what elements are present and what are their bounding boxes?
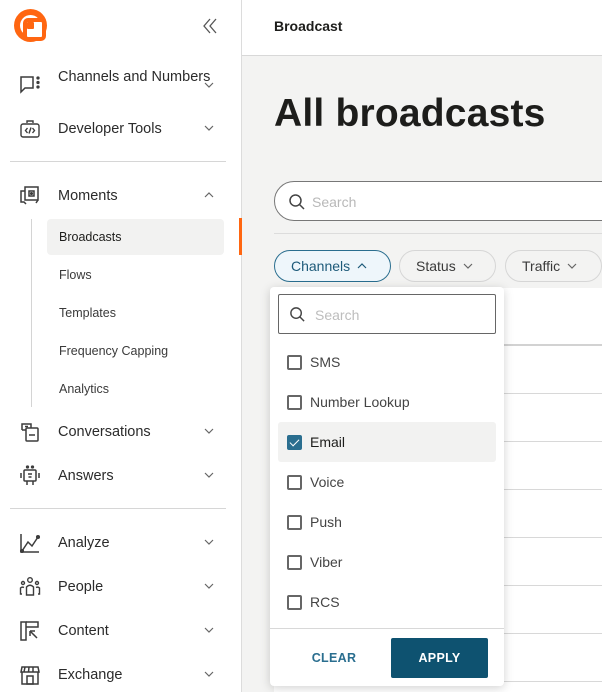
nav-content[interactable]: Content	[0, 619, 242, 643]
nav-label: Answers	[58, 468, 114, 484]
option-label: Voice	[310, 474, 345, 490]
chevron-down-icon	[202, 468, 216, 482]
checkbox[interactable]	[287, 474, 302, 490]
nav-label: Moments	[58, 188, 118, 204]
double-chevron-left-icon	[203, 18, 217, 34]
chevron-up-icon	[202, 188, 216, 202]
broadcast-search-input[interactable]: Search	[274, 181, 602, 221]
moments-icon	[18, 184, 42, 208]
search-placeholder: Search	[312, 194, 357, 210]
channels-dropdown: Search SMS Number Lookup Email Voice Pus…	[270, 287, 504, 686]
sidebar-item-templates[interactable]: Templates	[47, 295, 224, 331]
filter-traffic[interactable]: Traffic	[505, 250, 602, 282]
filter-label: Traffic	[522, 258, 561, 274]
breadcrumb: Broadcast	[274, 18, 343, 34]
dropdown-footer-divider	[270, 628, 504, 629]
option-sms[interactable]: SMS	[278, 342, 496, 382]
option-label: Email	[310, 434, 346, 450]
clear-button[interactable]: CLEAR	[290, 638, 378, 678]
option-label: Push	[310, 514, 342, 530]
nav-analyze[interactable]: Analyze	[0, 531, 242, 555]
checkbox[interactable]	[287, 594, 302, 610]
sidebar-item-broadcasts[interactable]: Broadcasts	[47, 219, 224, 255]
collapse-sidebar-button[interactable]	[198, 14, 222, 38]
nav-moments[interactable]: Moments	[0, 184, 242, 208]
sidebar-item-flows[interactable]: Flows	[47, 257, 224, 293]
page-title: All broadcasts	[274, 92, 546, 135]
chevron-down-icon	[202, 424, 216, 438]
option-label: Viber	[310, 554, 343, 570]
search-icon	[288, 193, 306, 211]
sidebar-divider	[10, 508, 226, 509]
nav-answers[interactable]: Answers	[0, 464, 242, 488]
nav-label: Developer Tools	[58, 121, 162, 137]
option-label: SMS	[310, 354, 341, 370]
store-icon	[18, 663, 42, 687]
sidebar-divider	[10, 161, 226, 162]
chat-dots-icon	[18, 73, 42, 97]
content-icon	[18, 619, 42, 643]
channels-search-input[interactable]: Search	[278, 294, 496, 334]
option-number-lookup[interactable]: Number Lookup	[278, 382, 496, 422]
filter-label: Channels	[291, 258, 351, 274]
sidebar-item-analytics[interactable]: Analytics	[47, 371, 224, 407]
bot-icon	[18, 464, 42, 488]
chevron-up-icon	[356, 260, 368, 272]
nav-conversations[interactable]: Conversations	[0, 420, 242, 444]
nav-label: Exchange	[58, 667, 123, 683]
nav-people[interactable]: People	[0, 575, 242, 599]
top-bar: Broadcast	[242, 0, 602, 56]
sidebar: Channels and Numbers Developer Tools Mom…	[0, 0, 242, 692]
filter-label: Status	[416, 258, 456, 274]
people-icon	[18, 575, 42, 599]
search-icon	[289, 306, 306, 323]
nav-label: Channels and Numbers	[58, 69, 211, 85]
apply-button[interactable]: APPLY	[391, 638, 488, 678]
brand-logo[interactable]	[14, 9, 47, 42]
filter-channels[interactable]: Channels	[274, 250, 391, 282]
chevron-down-icon	[202, 78, 216, 92]
chevron-down-icon	[566, 260, 578, 272]
chevron-down-icon	[462, 260, 474, 272]
option-email[interactable]: Email	[278, 422, 496, 462]
chevron-down-icon	[202, 121, 216, 135]
chevron-down-icon	[202, 579, 216, 593]
nav-exchange[interactable]: Exchange	[0, 663, 242, 687]
filter-status[interactable]: Status	[399, 250, 496, 282]
option-voice[interactable]: Voice	[278, 462, 496, 502]
option-push[interactable]: Push	[278, 502, 496, 542]
option-label: RCS	[310, 594, 340, 610]
nav-channels-and-numbers[interactable]: Channels and Numbers	[0, 68, 242, 102]
checkbox[interactable]	[287, 514, 302, 530]
nav-label: Analyze	[58, 535, 110, 551]
submenu-guide-line	[31, 219, 32, 407]
checkbox[interactable]	[287, 394, 302, 410]
option-label: Number Lookup	[310, 394, 410, 410]
search-placeholder: Search	[315, 307, 360, 323]
nav-label: Content	[58, 623, 109, 639]
code-briefcase-icon	[18, 117, 42, 141]
nav-label: People	[58, 579, 104, 595]
chevron-down-icon	[202, 623, 216, 637]
option-viber[interactable]: Viber	[278, 542, 496, 582]
checkbox[interactable]	[287, 354, 302, 370]
checkbox-checked[interactable]	[287, 434, 302, 450]
conversations-icon	[18, 420, 42, 444]
line-chart-icon	[18, 531, 42, 555]
chevron-down-icon	[202, 667, 216, 681]
option-rcs[interactable]: RCS	[278, 582, 496, 622]
nav-developer-tools[interactable]: Developer Tools	[0, 117, 242, 141]
checkbox[interactable]	[287, 554, 302, 570]
filter-divider	[274, 233, 602, 234]
chevron-down-icon	[202, 535, 216, 549]
nav-label: Conversations	[58, 424, 151, 440]
sidebar-item-frequency-capping[interactable]: Frequency Capping	[47, 333, 224, 369]
